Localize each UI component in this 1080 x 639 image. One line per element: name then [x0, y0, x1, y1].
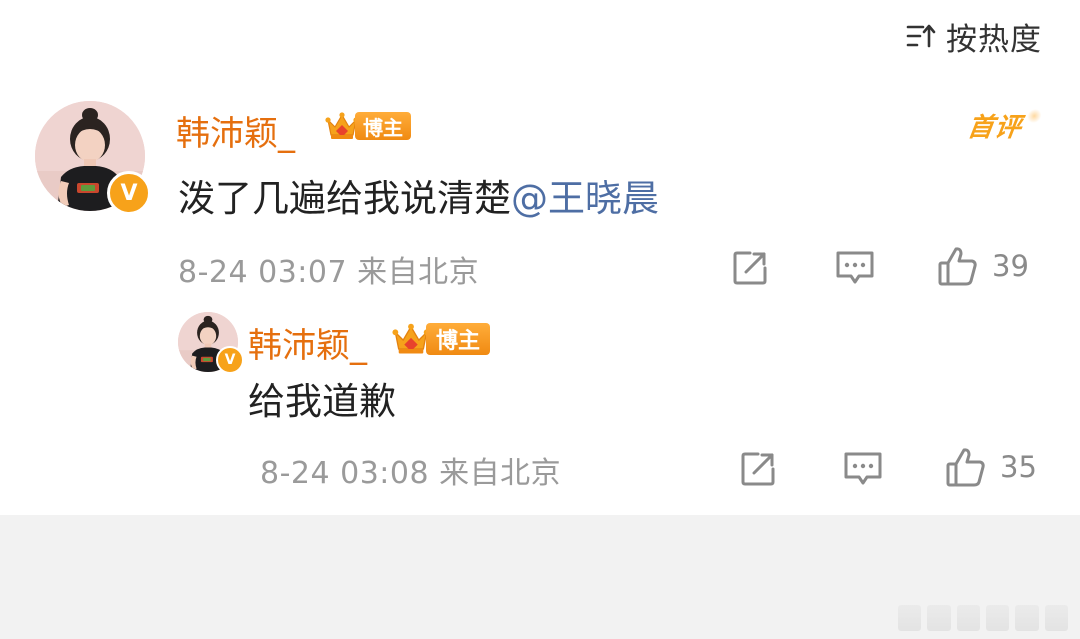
watermark — [898, 605, 1068, 631]
comment-meta: 8-24 03:07 来自北京 — [178, 247, 479, 291]
comment-location: 来自北京 — [357, 255, 480, 290]
verified-icon: V — [216, 346, 244, 374]
reply-button[interactable] — [842, 450, 884, 488]
username-link[interactable]: 韩沛颖_ — [176, 106, 295, 155]
share-button[interactable] — [730, 248, 770, 288]
blogger-badge-label: 博主 — [355, 112, 411, 140]
like-button[interactable]: 39 — [936, 244, 1029, 288]
comment-icon — [844, 452, 882, 485]
avatar[interactable]: V — [178, 312, 244, 374]
sort-label: 按热度 — [946, 21, 1042, 58]
like-count: 39 — [992, 249, 1029, 283]
username-link[interactable]: 韩沛颖_ — [248, 318, 367, 367]
blogger-badge-label: 博主 — [426, 323, 491, 355]
crown-icon — [325, 112, 359, 139]
comment-location: 来自北京 — [439, 456, 562, 491]
comment-text: 泼了几遍给我说清楚@王晓晨 — [178, 168, 659, 222]
mention-link[interactable]: @王晓晨 — [511, 177, 659, 220]
comment-body: 泼了几遍给我说清楚 — [178, 177, 511, 220]
reply-button[interactable] — [834, 249, 876, 287]
comment-meta: 8-24 03:08 来自北京 — [260, 448, 561, 492]
thumbs-up-icon — [946, 448, 985, 487]
thumbs-up-icon — [938, 247, 977, 286]
comment-text: 给我道歉 — [248, 371, 396, 425]
blogger-badge: 博主 — [325, 111, 411, 141]
sort-by-hot-button[interactable]: 按热度 — [906, 14, 1042, 58]
comment-icon — [836, 251, 874, 284]
like-button[interactable]: 35 — [944, 445, 1037, 489]
comment-date: 8-24 03:07 — [178, 255, 348, 290]
share-icon — [733, 251, 767, 285]
avatar[interactable]: V — [35, 101, 151, 215]
blogger-badge: 博主 — [392, 322, 491, 356]
share-icon — [741, 452, 775, 486]
crown-icon — [392, 323, 430, 354]
like-count: 35 — [1000, 450, 1037, 484]
first-comment-tag: 首评 — [965, 107, 1024, 144]
comment-body: 给我道歉 — [248, 380, 396, 423]
bottom-background — [0, 515, 1080, 639]
share-button[interactable] — [738, 449, 778, 489]
verified-icon: V — [107, 171, 151, 215]
sort-hot-icon — [906, 23, 936, 49]
comment-date: 8-24 03:08 — [260, 456, 430, 491]
